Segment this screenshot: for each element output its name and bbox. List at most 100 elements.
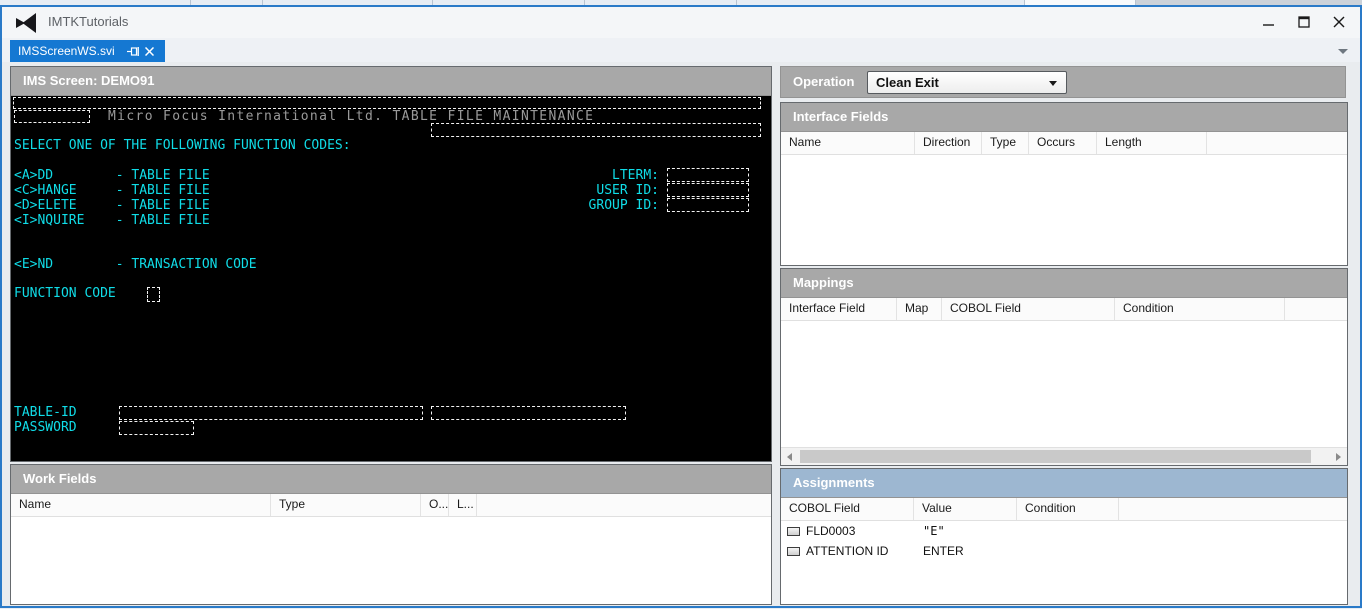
interface-fields-panel: Interface Fields Name Direction Type Occ… — [780, 102, 1348, 266]
column-header-value[interactable]: Value — [914, 498, 1017, 520]
column-header-occurs[interactable]: Occurs — [1029, 132, 1097, 154]
column-header-direction[interactable]: Direction — [915, 132, 982, 154]
work-fields-panel: Work Fields Name Type O... L... — [10, 464, 772, 605]
terminal-menu-add: <A>DD - TABLE FILE — [14, 168, 210, 183]
maximize-icon — [1298, 16, 1310, 28]
ims-terminal-canvas[interactable]: Micro Focus International Ltd. TABLE FIL… — [11, 96, 771, 461]
operation-selected-value: Clean Exit — [876, 75, 939, 90]
interface-fields-title: Interface Fields — [781, 103, 1347, 132]
scroll-left-button[interactable] — [781, 448, 798, 465]
scroll-left-icon — [787, 452, 792, 461]
close-icon — [1333, 16, 1345, 28]
screen-field[interactable] — [431, 123, 761, 137]
assignment-field-icon — [787, 526, 800, 536]
mappings-column-headers: Interface Field Map COBOL Field Conditio… — [781, 298, 1347, 321]
tab-list-dropdown-icon[interactable] — [1338, 49, 1348, 54]
mappings-list[interactable] — [781, 321, 1347, 447]
column-header-interface-field[interactable]: Interface Field — [781, 298, 897, 320]
screen-field[interactable] — [13, 97, 761, 109]
column-header-condition[interactable]: Condition — [1017, 498, 1119, 520]
column-header-condition[interactable]: Condition — [1115, 298, 1285, 320]
column-header-filler — [477, 494, 771, 516]
app-window: IMTKTutorials IMSScreenWS.svi IMS Screen… — [0, 5, 1362, 608]
mappings-title: Mappings — [781, 269, 1347, 298]
maximize-button[interactable] — [1287, 7, 1321, 37]
close-button[interactable] — [1322, 7, 1356, 37]
mappings-panel: Mappings Interface Field Map COBOL Field… — [780, 268, 1348, 466]
screen-field-function-code[interactable] — [147, 287, 160, 302]
work-fields-title: Work Fields — [11, 465, 771, 494]
assignments-list: FLD0003 "E" ATTENTION ID ENTER — [781, 521, 1347, 604]
tab-label: IMSScreenWS.svi — [18, 44, 115, 58]
terminal-select-line: SELECT ONE OF THE FOLLOWING FUNCTION COD… — [14, 138, 351, 153]
tab-imsscreenws[interactable]: IMSScreenWS.svi — [10, 40, 165, 62]
window-title: IMTKTutorials — [48, 14, 129, 29]
column-header-occurs[interactable]: O... — [421, 494, 449, 516]
column-header-cobol-field[interactable]: COBOL Field — [942, 298, 1115, 320]
visual-studio-logo-icon — [16, 13, 36, 33]
column-header-name[interactable]: Name — [781, 132, 915, 154]
operation-bar: Operation Clean Exit — [780, 66, 1346, 98]
screen-field-password[interactable] — [119, 421, 194, 435]
column-header-type[interactable]: Type — [271, 494, 421, 516]
column-header-length[interactable]: L... — [449, 494, 477, 516]
assignment-value: ENTER — [923, 544, 964, 558]
screen-field-groupid[interactable] — [667, 198, 749, 212]
terminal-menu-delete: <D>ELETE - TABLE FILE — [14, 198, 210, 213]
column-header-map[interactable]: Map — [897, 298, 942, 320]
assignment-cobol-field: FLD0003 — [806, 524, 856, 538]
screen: IMTKTutorials IMSScreenWS.svi IMS Screen… — [0, 0, 1362, 609]
screen-field-tableid-2[interactable] — [431, 406, 626, 420]
scrollbar-track[interactable] — [798, 448, 1330, 465]
document-tab-bar: IMSScreenWS.svi — [2, 38, 1360, 62]
terminal-menu-change: <C>HANGE - TABLE FILE — [14, 183, 210, 198]
column-header-filler — [1285, 298, 1347, 320]
titlebar: IMTKTutorials — [2, 7, 1360, 38]
column-header-length[interactable]: Length — [1097, 132, 1207, 154]
terminal-label-lterm: LTERM: — [612, 168, 659, 183]
terminal-menu-inquire: <I>NQUIRE - TABLE FILE — [14, 213, 210, 228]
column-header-filler — [1207, 132, 1347, 154]
tab-close-icon[interactable] — [143, 44, 157, 58]
vertical-splitter[interactable] — [773, 66, 779, 603]
work-fields-list[interactable] — [11, 517, 771, 604]
interface-fields-list[interactable] — [781, 155, 1347, 265]
screen-field-userid[interactable] — [667, 183, 749, 197]
screen-field[interactable] — [14, 110, 90, 123]
minimize-button[interactable] — [1251, 7, 1285, 37]
scroll-right-icon — [1336, 452, 1341, 461]
horizontal-scrollbar[interactable] — [781, 447, 1347, 465]
assignments-column-headers: COBOL Field Value Condition — [781, 498, 1347, 521]
assignments-title: Assignments — [781, 469, 1347, 498]
minimize-icon — [1262, 23, 1274, 26]
scrollbar-thumb[interactable] — [800, 450, 1311, 463]
column-header-cobol-field[interactable]: COBOL Field — [781, 498, 914, 520]
terminal-banner-text: Micro Focus International Ltd. TABLE FIL… — [108, 109, 595, 124]
screen-field-tableid-1[interactable] — [119, 406, 423, 420]
assignments-panel: Assignments COBOL Field Value Condition … — [780, 468, 1348, 605]
assignment-row[interactable]: FLD0003 "E" — [781, 521, 1347, 541]
terminal-end-line: <E>ND - TRANSACTION CODE — [14, 257, 257, 272]
column-header-filler — [1119, 498, 1347, 520]
interface-fields-column-headers: Name Direction Type Occurs Length — [781, 132, 1347, 155]
operation-select[interactable]: Clean Exit — [867, 71, 1067, 94]
ims-screen-title: IMS Screen: DEMO91 — [11, 67, 771, 96]
assignment-field-icon — [787, 546, 800, 556]
ims-screen-panel: IMS Screen: DEMO91 Micro Focus Internati… — [10, 66, 772, 462]
scroll-right-button[interactable] — [1330, 448, 1347, 465]
column-header-name[interactable]: Name — [11, 494, 271, 516]
assignment-value: "E" — [923, 524, 945, 538]
terminal-tableid-label: TABLE-ID — [14, 405, 77, 420]
operation-label: Operation — [793, 74, 855, 89]
terminal-label-groupid: GROUP ID: — [588, 198, 659, 213]
screen-field-lterm[interactable] — [667, 168, 749, 182]
work-fields-column-headers: Name Type O... L... — [11, 494, 771, 517]
assignment-cobol-field: ATTENTION ID — [806, 544, 889, 558]
column-header-type[interactable]: Type — [982, 132, 1029, 154]
assignment-row[interactable]: ATTENTION ID ENTER — [781, 541, 1347, 561]
pin-icon[interactable] — [127, 44, 141, 58]
combo-dropdown-icon — [1049, 81, 1057, 86]
terminal-function-code-label: FUNCTION CODE — [14, 286, 116, 301]
terminal-label-userid: USER ID: — [596, 183, 659, 198]
terminal-password-label: PASSWORD — [14, 420, 77, 435]
